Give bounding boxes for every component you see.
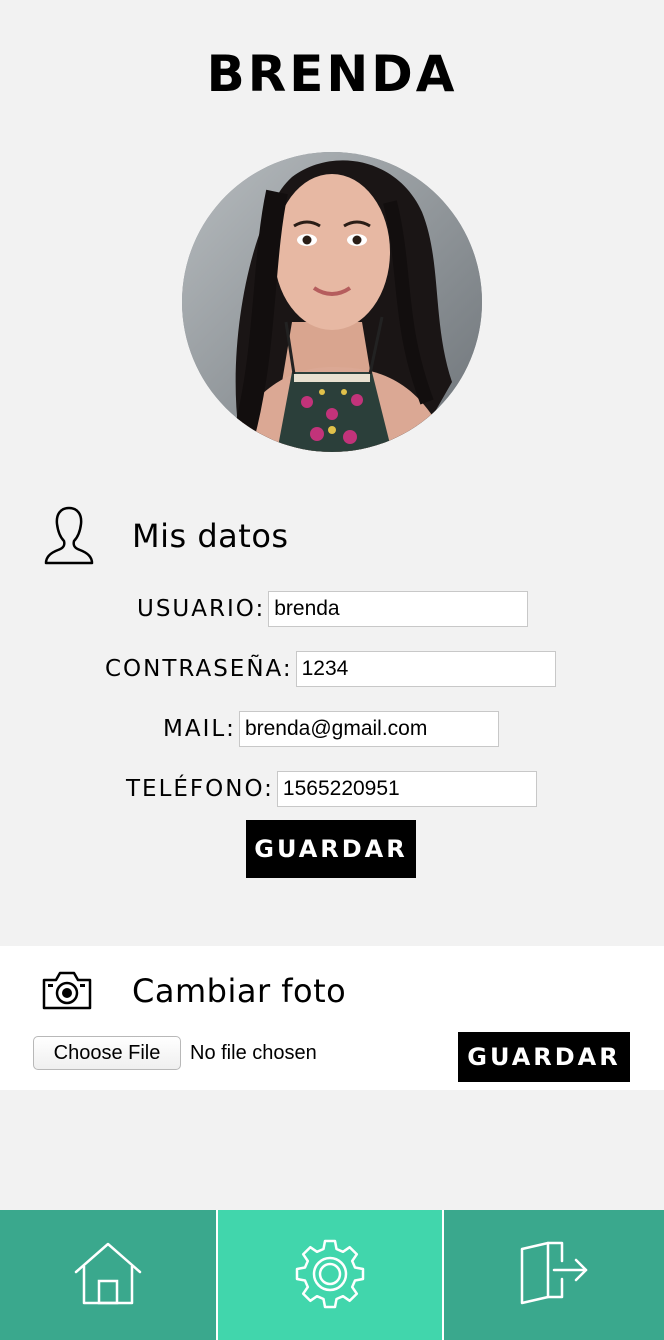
usuario-label: USUARIO: <box>137 596 266 622</box>
page-title: BRENDA <box>206 45 458 103</box>
mis-datos-title: Mis datos <box>132 517 289 555</box>
mail-label: MAIL: <box>163 716 236 742</box>
nav-logout[interactable] <box>444 1210 664 1340</box>
mail-input[interactable] <box>238 711 499 747</box>
profile-photo-illustration <box>182 152 482 452</box>
nav-settings[interactable] <box>216 1210 444 1340</box>
telefono-label: TELÉFONO: <box>126 776 274 802</box>
mail-row: MAIL: <box>163 711 499 747</box>
contrasena-input[interactable] <box>295 651 556 687</box>
logout-icon <box>518 1237 590 1313</box>
save-data-button[interactable]: GUARDAR <box>246 820 416 878</box>
cambiar-foto-header: Cambiar foto <box>40 968 346 1014</box>
cambiar-foto-title: Cambiar foto <box>132 972 347 1010</box>
gear-icon <box>294 1237 366 1313</box>
camera-icon <box>40 968 94 1014</box>
user-icon <box>40 505 98 567</box>
file-status: No file chosen <box>190 1042 317 1064</box>
bottom-nav <box>0 1210 664 1340</box>
change-photo-panel: Cambiar foto Choose File No file chosen … <box>0 946 664 1090</box>
usuario-row: USUARIO: <box>137 591 529 627</box>
telefono-row: TELÉFONO: <box>126 771 537 807</box>
avatar <box>182 152 482 452</box>
nav-home[interactable] <box>0 1210 216 1340</box>
choose-file-button[interactable]: Choose File <box>33 1036 181 1070</box>
contrasena-row: CONTRASEÑA: <box>105 651 556 687</box>
telefono-input[interactable] <box>276 771 537 807</box>
save-photo-button[interactable]: GUARDAR <box>458 1032 630 1082</box>
contrasena-label: CONTRASEÑA: <box>105 656 293 682</box>
home-icon <box>72 1240 144 1310</box>
mis-datos-header: Mis datos <box>40 505 289 567</box>
usuario-input[interactable] <box>268 591 529 627</box>
